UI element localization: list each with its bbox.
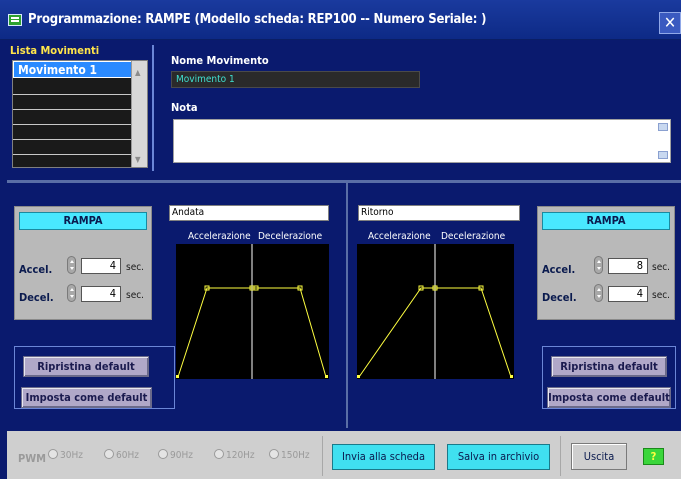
decelerazione-label: Decelerazione <box>441 231 506 242</box>
scroll-down-icon[interactable]: ▼ <box>135 155 141 164</box>
section-divider-vertical <box>346 183 348 428</box>
nome-movimento-field[interactable]: Movimento 1 <box>171 71 420 88</box>
default-buttons-panel-ritorno: Ripristina default Imposta come default <box>542 346 676 409</box>
radio-icon[interactable] <box>104 449 114 459</box>
help-button[interactable]: ? <box>643 448 664 465</box>
decel-spinner[interactable] <box>594 284 603 302</box>
ripristina-default-button[interactable]: Ripristina default <box>23 356 149 377</box>
andata-title-field[interactable]: Andata <box>169 205 329 221</box>
decel-label: Decel. <box>542 291 577 304</box>
decel-input[interactable]: 4 <box>608 286 648 302</box>
decel-input[interactable]: 4 <box>81 286 121 302</box>
ramp-point <box>357 375 360 378</box>
ripristina-default-button[interactable]: Ripristina default <box>551 356 667 377</box>
scroll-down-icon[interactable] <box>658 151 668 159</box>
accel-unit: sec. <box>652 262 671 273</box>
uscita-button[interactable]: Uscita <box>571 443 627 470</box>
accel-unit: sec. <box>126 262 145 273</box>
salva-in-archivio-button[interactable]: Salva in archivio <box>447 444 550 470</box>
radio-icon[interactable] <box>48 449 58 459</box>
pwm-option-30hz[interactable]: 30Hz <box>48 449 83 461</box>
accel-input[interactable]: 4 <box>81 258 121 274</box>
list-item[interactable] <box>13 153 132 170</box>
accel-spinner[interactable] <box>594 256 603 274</box>
pwm-option-120hz[interactable]: 120Hz <box>214 449 255 461</box>
scroll-up-icon[interactable]: ▲ <box>135 68 141 77</box>
ritorno-title-field[interactable]: Ritorno <box>358 205 520 221</box>
decel-spinner[interactable] <box>67 284 76 302</box>
accel-label: Accel. <box>542 263 576 276</box>
default-buttons-panel-andata: Ripristina default Imposta come default <box>14 346 175 409</box>
accelerazione-label: Accelerazione <box>188 231 251 242</box>
ramp-point <box>510 375 513 378</box>
ritorno-ramp-graph <box>357 244 514 379</box>
scroll-up-icon[interactable] <box>658 123 668 131</box>
lista-scrollbar[interactable]: ▲ ▼ <box>131 61 147 167</box>
pwm-option-60hz[interactable]: 60Hz <box>104 449 139 461</box>
decelerazione-label: Decelerazione <box>258 231 323 242</box>
section-divider <box>7 180 681 183</box>
imposta-default-button[interactable]: Imposta come default <box>21 387 152 408</box>
radio-icon[interactable] <box>214 449 224 459</box>
rampa-header: RAMPA <box>19 212 147 230</box>
radio-icon[interactable] <box>158 449 168 459</box>
decel-unit: sec. <box>126 290 145 301</box>
ramp-point <box>325 375 328 378</box>
rampa-header: RAMPA <box>542 212 670 230</box>
pwm-option-90hz[interactable]: 90Hz <box>158 449 193 461</box>
lista-movimenti-list[interactable]: Movimento 1 <box>12 60 148 168</box>
close-icon[interactable]: ✕ <box>659 12 681 34</box>
rampa-panel-andata: RAMPA Accel. 4 sec. Decel. 4 sec. <box>14 206 152 320</box>
nota-field[interactable] <box>173 119 671 163</box>
app-icon <box>8 14 22 26</box>
nota-label: Nota <box>171 101 198 114</box>
pwm-label: PWM <box>18 452 47 465</box>
andata-ramp-graph <box>176 244 329 379</box>
window-title: Programmazione: RAMPE (Modello scheda: R… <box>28 12 487 27</box>
pwm-option-150hz[interactable]: 150Hz <box>269 449 310 461</box>
lista-movimenti-title: Lista Movimenti <box>10 44 100 57</box>
decel-label: Decel. <box>19 291 54 304</box>
rampa-panel-ritorno: RAMPA Accel. 8 sec. Decel. 4 sec. <box>537 206 675 320</box>
radio-icon[interactable] <box>269 449 279 459</box>
bar-separator <box>322 436 323 476</box>
accel-label: Accel. <box>19 263 53 276</box>
ramp-point <box>176 375 179 378</box>
imposta-default-button[interactable]: Imposta come default <box>547 387 671 408</box>
accel-spinner[interactable] <box>67 256 76 274</box>
accel-input[interactable]: 8 <box>608 258 648 274</box>
decel-unit: sec. <box>652 290 671 301</box>
invia-alla-scheda-button[interactable]: Invia alla scheda <box>332 444 435 470</box>
nome-movimento-label: Nome Movimento <box>171 54 269 67</box>
list-item[interactable]: Movimento 1 <box>13 61 132 78</box>
bar-separator <box>560 436 561 476</box>
accelerazione-label: Accelerazione <box>368 231 431 242</box>
title-bar: Programmazione: RAMPE (Modello scheda: R… <box>0 0 681 40</box>
